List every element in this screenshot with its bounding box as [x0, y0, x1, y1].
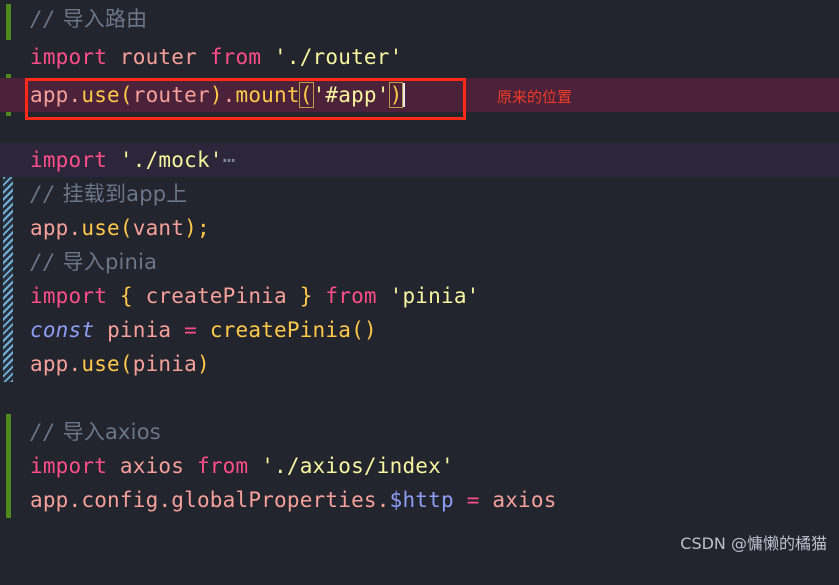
code-line-comment-import-axios[interactable]: // 导入axios [0, 415, 839, 449]
identifier-vant: vant [132, 216, 185, 240]
code-line-text: app.config.globalProperties.$http = axio… [30, 483, 557, 517]
code-line-text: app.use(pinia) [30, 347, 210, 381]
identifier-axios: axios [492, 488, 557, 512]
code-line-text: const pinia = createPinia() [30, 313, 377, 347]
punctuation-close-paren: ) [184, 216, 197, 240]
method-use: use [81, 83, 120, 107]
method-mount: mount [235, 83, 300, 107]
code-line-app-use-vant[interactable]: app.use(vant); [0, 211, 839, 245]
punctuation-close-brace: } [299, 284, 313, 308]
punctuation-dot: . [68, 83, 82, 107]
code-line-text: // 导入pinia [30, 245, 157, 279]
punctuation-close-paren: ) [363, 318, 377, 342]
keyword-from: from [209, 45, 262, 69]
keyword-from: from [325, 284, 377, 308]
punctuation-dot: . [68, 216, 82, 240]
code-line-app-use-router-mount[interactable]: app.use(router).mount('#app') [0, 78, 839, 112]
annotation-label: 原来的位置 [497, 88, 573, 106]
code-line-blank-2[interactable] [0, 381, 839, 415]
comment-slashes: // [30, 182, 56, 206]
punctuation-open-paren: ( [119, 216, 133, 240]
code-line-text: // 挂载到app上 [30, 177, 188, 211]
identifier-router-arg: router [132, 83, 210, 107]
code-line-text: import { createPinia } from 'pinia' [30, 279, 480, 313]
identifier-pinia: pinia [132, 352, 197, 376]
watermark: CSDN @慵懒的橘猫 [680, 534, 827, 553]
identifier-app: app [30, 352, 69, 376]
bracket-match-open-paren: ( [298, 82, 314, 108]
string-router-path: './router' [274, 45, 403, 69]
identifier-config: config [81, 488, 159, 512]
punctuation-close-paren: ) [209, 83, 223, 107]
punctuation-dot: . [158, 488, 172, 512]
punctuation-open-brace: { [119, 284, 133, 308]
code-line-comment-import-router[interactable]: // 导入路由 [0, 2, 839, 36]
identifier-app: app [30, 488, 69, 512]
fold-ellipsis-icon[interactable]: ⋯ [223, 148, 236, 172]
code-line-text: import router from './router' [30, 40, 402, 74]
keyword-import: import [30, 45, 108, 69]
code-line-const-pinia[interactable]: const pinia = createPinia() [0, 313, 839, 347]
comment-text: 挂载到app上 [55, 182, 188, 206]
code-line-import-axios[interactable]: import axios from './axios/index' [0, 449, 839, 483]
keyword-import: import [30, 284, 108, 308]
punctuation-dot: . [68, 488, 82, 512]
keyword-import: import [30, 148, 108, 172]
comment-text: 导入pinia [55, 250, 158, 274]
code-line-comment-mount-to-app[interactable]: // 挂载到app上 [0, 177, 839, 211]
code-line-text: import './mock'⋯ [30, 143, 236, 177]
code-line-import-create-pinia[interactable]: import { createPinia } from 'pinia' [0, 279, 839, 313]
keyword-import: import [30, 454, 108, 478]
identifier-global-properties: globalProperties [171, 488, 377, 512]
method-use: use [81, 352, 120, 376]
punctuation-open-paren: ( [119, 83, 133, 107]
text-caret [403, 83, 406, 107]
bracket-match-close-paren: ) [388, 82, 404, 108]
string-axios-path: './axios/index' [261, 454, 454, 478]
code-line-import-mock[interactable]: import './mock'⋯ [0, 143, 839, 177]
function-create-pinia: createPinia [209, 318, 352, 342]
identifier-axios: axios [119, 454, 185, 478]
string-mock-path: './mock' [119, 148, 223, 172]
punctuation-open-paren: ( [351, 318, 364, 342]
comment-text: 导入路由 [55, 7, 148, 31]
punctuation-semicolon: ; [196, 216, 210, 240]
identifier-app: app [30, 216, 69, 240]
operator-equals: = [184, 318, 197, 342]
string-app-selector: '#app' [312, 83, 390, 107]
code-line-app-config-http[interactable]: app.config.globalProperties.$http = axio… [0, 483, 839, 517]
operator-equals: = [466, 488, 480, 512]
punctuation-dot: . [376, 488, 390, 512]
code-line-text: import axios from './axios/index' [30, 449, 454, 483]
keyword-from: from [196, 454, 249, 478]
property-http: $http [389, 488, 454, 512]
method-use: use [81, 216, 120, 240]
code-editor[interactable]: › // 导入路由 import router from './router' … [0, 0, 839, 564]
code-line-comment-import-pinia[interactable]: // 导入pinia [0, 245, 839, 279]
identifier-app: app [30, 83, 69, 107]
comment-text: 导入axios [55, 420, 161, 444]
code-line-text: // 导入axios [30, 415, 161, 449]
comment-slashes: // [30, 7, 56, 31]
comment-slashes: // [30, 250, 56, 274]
punctuation-open-paren: ( [119, 352, 133, 376]
string-pinia-module: 'pinia' [389, 284, 480, 308]
code-line-import-router[interactable]: import router from './router' [0, 40, 839, 74]
punctuation-dot: . [68, 352, 82, 376]
keyword-const: const [30, 318, 95, 342]
punctuation-dot: . [222, 83, 236, 107]
code-line-text: app.use(vant); [30, 211, 210, 245]
identifier-router: router [119, 45, 197, 69]
code-content[interactable]: // 导入路由 import router from './router' ap… [0, 0, 839, 564]
code-line-app-use-pinia[interactable]: app.use(pinia) [0, 347, 839, 381]
code-line-text: app.use(router).mount('#app') [30, 78, 406, 112]
identifier-create-pinia: createPinia [145, 284, 287, 308]
punctuation-close-paren: ) [196, 352, 210, 376]
comment-slashes: // [30, 420, 56, 444]
code-line-text: // 导入路由 [30, 2, 147, 36]
identifier-pinia: pinia [107, 318, 172, 342]
